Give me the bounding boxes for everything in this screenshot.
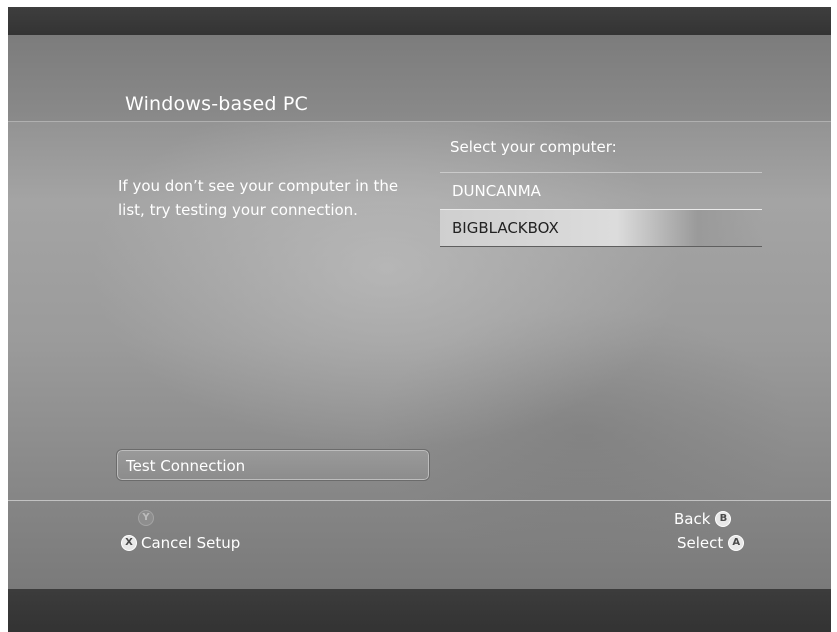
setup-panel: Windows-based PC If you don’t see your c… bbox=[8, 35, 831, 589]
header-band: Windows-based PC bbox=[8, 35, 831, 122]
select-label: Select bbox=[677, 534, 724, 552]
computer-list: DUNCANMA BIGBLACKBOX bbox=[440, 172, 762, 247]
back-label: Back bbox=[674, 510, 711, 528]
y-button-hint: Y bbox=[138, 510, 154, 526]
b-button-icon: B bbox=[715, 511, 732, 527]
list-item-bigblackbox[interactable]: BIGBLACKBOX bbox=[440, 209, 762, 247]
select-hint[interactable]: Select A bbox=[677, 534, 745, 552]
top-bar bbox=[8, 7, 831, 35]
bottom-bar bbox=[8, 589, 831, 632]
cancel-setup-hint[interactable]: X Cancel Setup bbox=[121, 534, 240, 552]
list-item-duncanma[interactable]: DUNCANMA bbox=[440, 172, 762, 209]
test-connection-button[interactable]: Test Connection bbox=[116, 449, 430, 481]
list-heading: Select your computer: bbox=[450, 138, 617, 156]
a-button-icon: A bbox=[728, 535, 745, 551]
back-hint[interactable]: Back B bbox=[674, 510, 732, 528]
footer-divider bbox=[8, 500, 831, 501]
dashboard-frame: Windows-based PC If you don’t see your c… bbox=[8, 7, 831, 632]
page-title: Windows-based PC bbox=[125, 93, 308, 115]
x-button-icon: X bbox=[121, 535, 137, 551]
y-button-icon: Y bbox=[138, 510, 154, 526]
help-text: If you don’t see your computer in the li… bbox=[118, 177, 399, 219]
cancel-setup-label: Cancel Setup bbox=[141, 534, 241, 552]
